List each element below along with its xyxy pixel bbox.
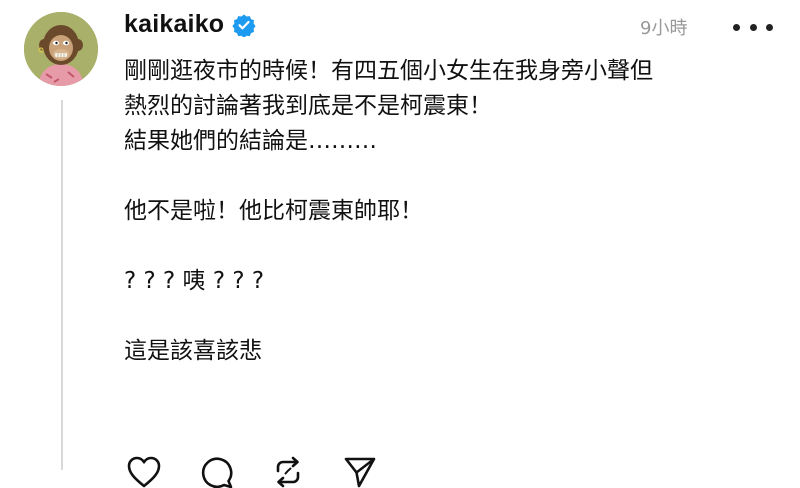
more-dot bbox=[749, 23, 757, 31]
post-timestamp: 9小時 bbox=[640, 18, 688, 39]
more-dot bbox=[733, 23, 740, 31]
post-text-line bbox=[124, 159, 774, 194]
post-text-line bbox=[124, 299, 774, 334]
post-text-line: 這是該喜該悲 bbox=[124, 338, 262, 364]
post-text-line: 他不是啦！他比柯震東帥耶！ bbox=[124, 198, 423, 224]
post-text-line: ? ? ? 咦 ? ? ? bbox=[124, 268, 265, 294]
post-header: kaikaiko bbox=[124, 10, 256, 39]
verified-badge-icon bbox=[232, 13, 256, 38]
share-button[interactable] bbox=[340, 452, 380, 488]
post-body: 剛剛逛夜市的時候！有四五個小女生在我身旁小聲但 熱烈的討論著我到底是不是柯震東！… bbox=[124, 54, 774, 369]
thread-line bbox=[61, 100, 63, 470]
more-dot bbox=[766, 23, 773, 31]
like-button[interactable] bbox=[124, 452, 164, 488]
thread-post: kaikaiko 9小時 剛剛逛夜市的時候！有四五個小女生在我身旁小聲但 熱烈的… bbox=[0, 0, 800, 488]
more-options-button[interactable] bbox=[733, 14, 773, 40]
repost-button[interactable] bbox=[268, 452, 308, 488]
post-text-line: 結果她們的結論是……… bbox=[124, 128, 377, 154]
avatar[interactable] bbox=[24, 12, 98, 86]
send-icon bbox=[344, 457, 376, 488]
post-text-line: 剛剛逛夜市的時候！有四五個小女生在我身旁小聲但 bbox=[124, 58, 653, 84]
comment-icon bbox=[201, 457, 233, 488]
ape-avatar-icon bbox=[24, 12, 98, 86]
repost-icon bbox=[276, 456, 300, 488]
heart-icon bbox=[127, 456, 161, 488]
post-text-line: 熱烈的討論著我到底是不是柯震東！ bbox=[124, 93, 492, 119]
comment-button[interactable] bbox=[196, 452, 236, 488]
post-text-line bbox=[124, 229, 774, 264]
username[interactable]: kaikaiko bbox=[124, 10, 224, 39]
action-bar bbox=[124, 452, 412, 488]
